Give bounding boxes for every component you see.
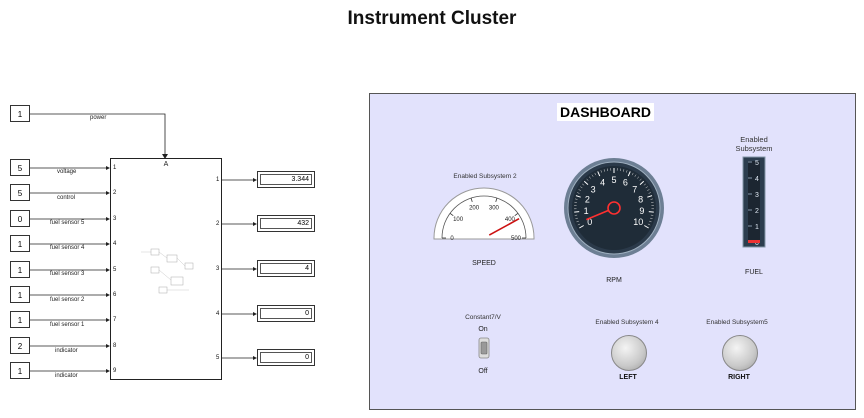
inport-5: 5 xyxy=(113,267,117,273)
outport-4: 4 xyxy=(216,311,220,317)
constant-block-fuel-sensor-4[interactable]: 1 xyxy=(10,235,30,252)
fuel-gauge[interactable]: 543210 xyxy=(742,156,766,248)
inport-6: 6 xyxy=(113,292,117,298)
rpm-tick-label: 3 xyxy=(591,184,596,194)
inport-4: 4 xyxy=(113,241,117,247)
display-block-3[interactable]: 4 xyxy=(257,260,315,277)
constant-block-fuel-sensor-3[interactable]: 1 xyxy=(10,261,30,278)
signal-label: fuel sensor 2 xyxy=(50,297,85,303)
display-block-1[interactable]: 3.344 xyxy=(257,171,315,188)
right-indicator-button[interactable] xyxy=(722,335,758,371)
inport-2: 2 xyxy=(113,190,117,196)
rpm-label: RPM xyxy=(606,277,622,284)
dashboard-panel: DASHBOARD Enabled Subsystem 2 0 100 200 300… xyxy=(369,93,856,410)
left-indicator-label: LEFT xyxy=(619,374,637,381)
display-value: 3.344 xyxy=(260,174,312,185)
fuel-tick-label: 4 xyxy=(755,176,759,183)
display-block-4[interactable]: 0 xyxy=(257,305,315,322)
switch-caption: Constant7/V xyxy=(465,314,501,321)
outport-3: 3 xyxy=(216,266,220,272)
fuel-gauge-caption: Enabled Subsystem xyxy=(735,135,773,153)
fuel-label: FUEL xyxy=(745,269,763,276)
speed-tick-label: 200 xyxy=(469,206,480,212)
rpm-tick-label: 7 xyxy=(632,184,637,194)
fuel-tick-label: 5 xyxy=(755,160,759,167)
constant-block-fuel-sensor-5[interactable]: 0 xyxy=(10,210,30,227)
constant-block-fuel-sensor-2[interactable]: 1 xyxy=(10,286,30,303)
inport-9: 9 xyxy=(113,368,117,374)
speed-tick-label: 100 xyxy=(453,217,464,223)
constant-block-control[interactable]: 5 xyxy=(10,184,30,201)
instrument-subsystem-block[interactable]: A 1 2 3 4 5 6 7 8 9 1 2 3 4 5 xyxy=(110,158,222,380)
signal-label: indicator xyxy=(55,348,78,354)
fuel-tick-label: 2 xyxy=(755,208,759,215)
signal-label: control xyxy=(57,195,76,201)
inport-3: 3 xyxy=(113,216,117,222)
fuel-tick-label: 3 xyxy=(755,192,759,199)
svg-text:A: A xyxy=(164,161,169,168)
constant-block-voltage[interactable]: 5 xyxy=(10,159,30,176)
speed-gauge[interactable]: 0100200 300400500 xyxy=(432,182,536,240)
display-value: 432 xyxy=(260,218,312,229)
right-indicator-caption: Enabled Subsystem5 xyxy=(706,319,768,326)
speed-tick-label: 500 xyxy=(511,236,522,240)
display-value: 4 xyxy=(260,263,312,274)
rpm-tick-label: 1 xyxy=(584,206,589,216)
rpm-tick-label: 9 xyxy=(639,206,644,216)
rpm-tick-label: 4 xyxy=(600,177,605,187)
speed-tick-label: 300 xyxy=(489,206,500,212)
rpm-tick-label: 6 xyxy=(623,177,628,187)
rpm-tick-label: 8 xyxy=(638,194,643,204)
switch-off-label: Off xyxy=(478,368,488,375)
fuel-level-bar xyxy=(748,240,760,243)
right-indicator-label: RIGHT xyxy=(728,374,750,381)
outport-5: 5 xyxy=(216,355,220,361)
signal-label: indicator xyxy=(55,373,78,379)
inport-7: 7 xyxy=(113,317,117,323)
signal-label: fuel sensor 4 xyxy=(50,245,85,251)
display-block-5[interactable]: 0 xyxy=(257,349,315,366)
constant-block-indicator-left[interactable]: 2 xyxy=(10,337,30,354)
display-value: 0 xyxy=(260,308,312,319)
rpm-tick xyxy=(574,211,580,213)
speed-label: SPEED xyxy=(472,260,496,267)
rpm-tick xyxy=(648,211,654,213)
inport-8: 8 xyxy=(113,343,117,349)
constant-block-fuel-sensor-1[interactable]: 1 xyxy=(10,311,30,328)
signal-label: fuel sensor 5 xyxy=(50,220,85,226)
signal-label: power xyxy=(90,115,107,121)
toggle-switch[interactable] xyxy=(477,337,491,359)
constant-block-indicator-right[interactable]: 1 xyxy=(10,362,30,379)
constant-block-power[interactable]: 1 xyxy=(10,105,30,122)
fuel-tick-label: 1 xyxy=(755,224,759,231)
outport-2: 2 xyxy=(216,221,220,227)
signal-label: fuel sensor 3 xyxy=(50,271,85,277)
inport-1: 1 xyxy=(113,165,117,171)
signal-label: voltage xyxy=(57,169,77,175)
dashboard-title: DASHBOARD xyxy=(557,103,654,121)
outport-1: 1 xyxy=(216,177,220,183)
speed-gauge-caption: Enabled Subsystem 2 xyxy=(453,173,517,180)
signal-label: fuel sensor 1 xyxy=(50,322,85,328)
display-value: 0 xyxy=(260,352,312,363)
switch-on-label: On xyxy=(478,326,488,333)
display-block-2[interactable]: 432 xyxy=(257,215,315,232)
rpm-gauge[interactable]: 01234 5 678910 xyxy=(562,156,666,260)
rpm-tick-label: 2 xyxy=(585,194,590,204)
subsystem-preview-icon: A xyxy=(141,161,194,294)
left-indicator-caption: Enabled Subsystem 4 xyxy=(595,319,659,326)
left-indicator-button[interactable] xyxy=(611,335,647,371)
rpm-tick-label: 5 xyxy=(611,175,616,185)
rpm-tick-label: 10 xyxy=(633,217,643,227)
